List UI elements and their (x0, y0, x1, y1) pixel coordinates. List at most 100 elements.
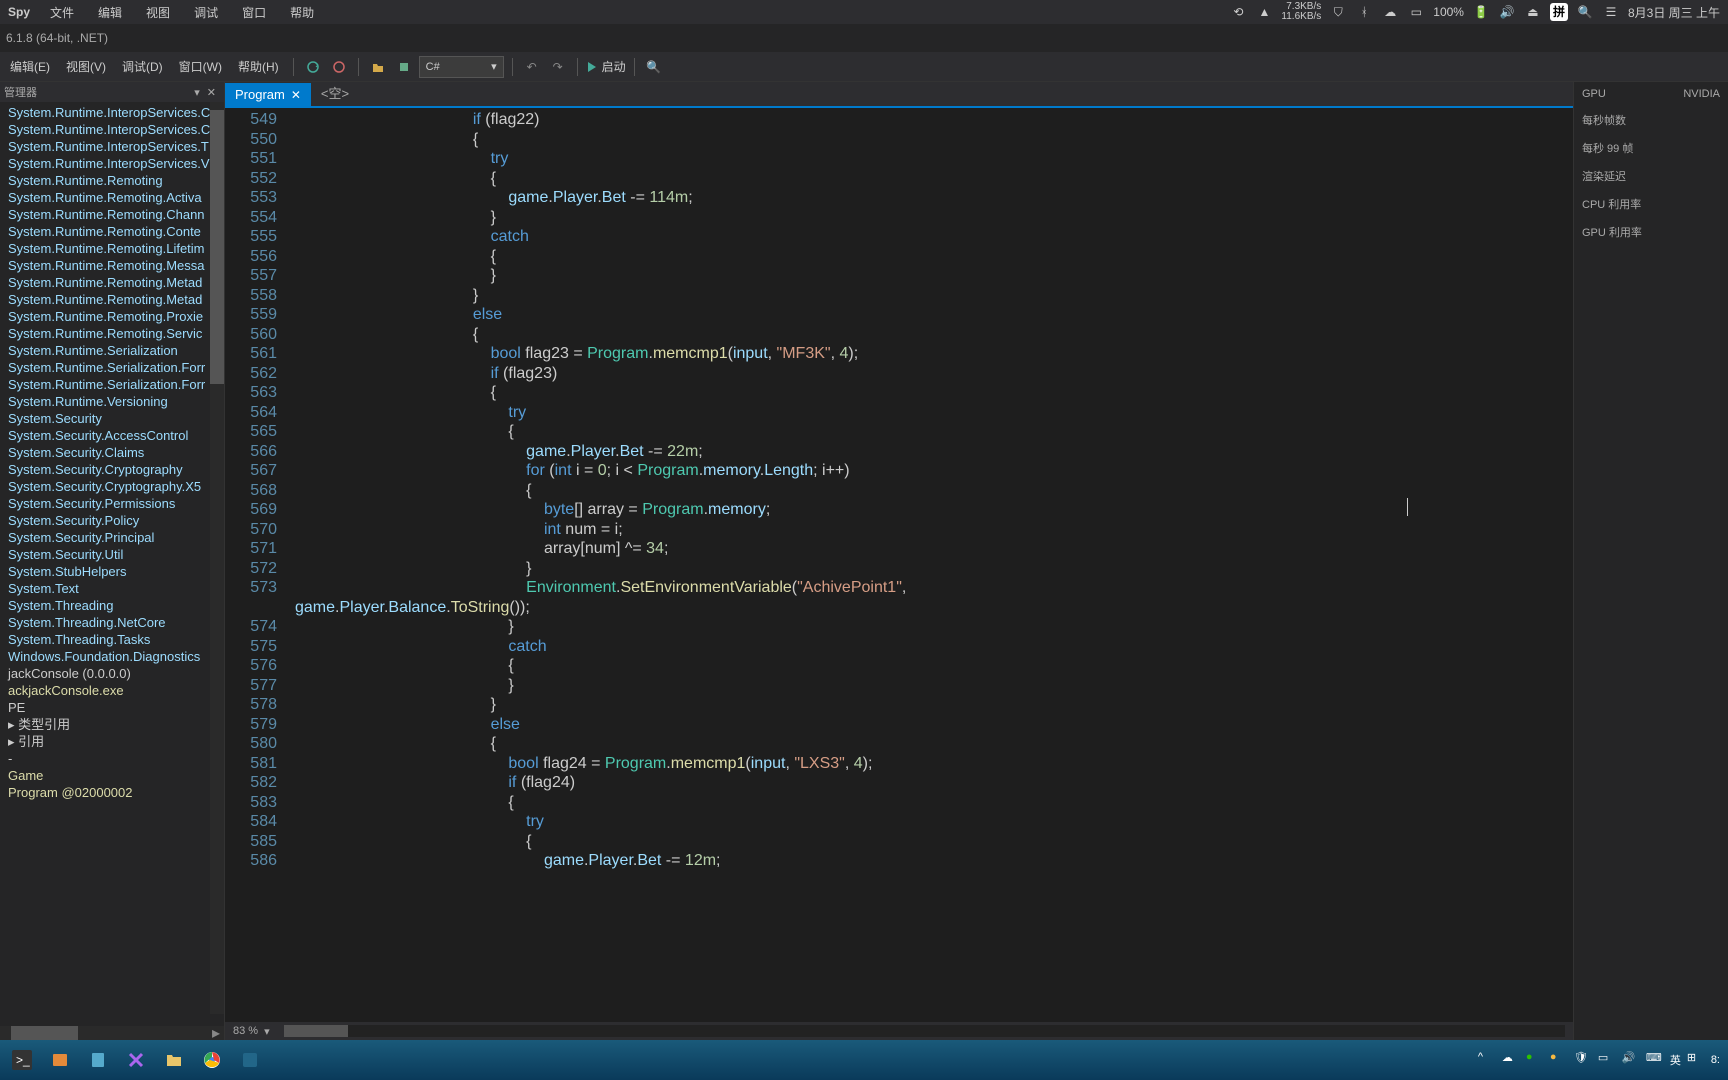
zoom-level[interactable]: 83 % (233, 1025, 258, 1037)
volume-icon[interactable]: 🔊 (1498, 3, 1516, 21)
tb-vs-icon[interactable] (118, 1044, 154, 1076)
tray-shield-icon[interactable]: 🛡 (1574, 1051, 1592, 1069)
tree-item[interactable]: System.Text (0, 580, 224, 597)
start-button[interactable]: 启动 (586, 58, 626, 75)
tree-item[interactable]: PE (0, 699, 224, 716)
ime-icon[interactable]: 拼 (1550, 3, 1568, 21)
tree-item[interactable]: System.Runtime.Remoting.Conte (0, 223, 224, 240)
tree-scroll-v[interactable] (210, 102, 224, 1014)
tree-item[interactable]: ▸ 类型引用 (0, 716, 224, 733)
tree-item[interactable]: System.Security (0, 410, 224, 427)
tab-close-icon[interactable]: ✕ (291, 88, 301, 102)
panel-close-icon[interactable]: ✕ (203, 87, 220, 99)
search-code-icon[interactable]: 🔍 (643, 56, 665, 78)
tree-item[interactable]: System.Runtime.InteropServices.C (0, 104, 224, 121)
tray-app-icon[interactable]: ● (1550, 1051, 1568, 1069)
tree-item[interactable]: System.Runtime.Remoting.Activa (0, 189, 224, 206)
tree-item[interactable]: System.Security.Claims (0, 444, 224, 461)
tree-item[interactable]: System.Runtime.Remoting.Metad (0, 291, 224, 308)
tree-item[interactable]: System.Runtime.Serialization.Forr (0, 359, 224, 376)
tree-item[interactable]: System.Runtime.InteropServices.V (0, 155, 224, 172)
tree-item[interactable]: System.Threading.Tasks (0, 631, 224, 648)
tb-chrome-icon[interactable] (194, 1044, 230, 1076)
tree-item[interactable]: System.Security.Cryptography (0, 461, 224, 478)
sync-icon[interactable]: ⟲ (1229, 3, 1247, 21)
tree-item[interactable]: System.Security.Util (0, 546, 224, 563)
tray-expand-icon[interactable]: ^ (1478, 1051, 1496, 1069)
tree-item[interactable]: System.Runtime.Versioning (0, 393, 224, 410)
menu-window[interactable]: 窗口 (230, 4, 278, 21)
tree-view[interactable]: System.Runtime.InteropServices.CSystem.R… (0, 102, 224, 1026)
tb-help[interactable]: 帮助(H) (232, 58, 285, 75)
save-icon[interactable] (393, 56, 415, 78)
tree-item[interactable]: System.Runtime.Remoting.Lifetim (0, 240, 224, 257)
date-display[interactable]: 8月3日 周三 上午 (1628, 4, 1720, 21)
eject-icon[interactable]: ⏏ (1524, 3, 1542, 21)
tree-item[interactable]: ▸ 引用 (0, 733, 224, 750)
tree-item[interactable]: System.Runtime.InteropServices.T (0, 138, 224, 155)
tree-item[interactable]: Game (0, 767, 224, 784)
tree-item[interactable]: System.Runtime.Remoting.Servic (0, 325, 224, 342)
battery-icon[interactable]: 🔋 (1472, 3, 1490, 21)
tray-display-icon[interactable]: ▭ (1598, 1051, 1616, 1069)
tree-item[interactable]: System.Runtime.Serialization (0, 342, 224, 359)
tb-window[interactable]: 窗口(W) (173, 58, 228, 75)
stop-icon[interactable] (328, 56, 350, 78)
tray-ime[interactable]: 英 (1670, 1052, 1681, 1068)
open-icon[interactable] (367, 56, 389, 78)
tb-view[interactable]: 视图(V) (60, 58, 112, 75)
tray-time[interactable]: 8: (1711, 1054, 1720, 1066)
tree-item[interactable]: System.Threading (0, 597, 224, 614)
tray-cloud-icon[interactable]: ☁ (1502, 1051, 1520, 1069)
tray-ime2-icon[interactable]: ⊞ (1687, 1051, 1705, 1069)
tb-files-icon[interactable] (42, 1044, 78, 1076)
tb-debug[interactable]: 调试(D) (116, 58, 169, 75)
tree-item[interactable]: System.Security.Policy (0, 512, 224, 529)
tree-item[interactable]: - (0, 750, 224, 767)
language-dropdown[interactable]: C#▾ (419, 56, 504, 78)
tree-item[interactable]: Windows.Foundation.Diagnostics (0, 648, 224, 665)
control-center-icon[interactable]: ☰ (1602, 3, 1620, 21)
refresh-icon[interactable] (302, 56, 324, 78)
app-name[interactable]: Spy (0, 5, 38, 19)
code-content[interactable]: if (flag22) { try { game.Pla (295, 108, 1573, 1022)
tab-empty[interactable]: <空> (311, 79, 359, 106)
search-icon[interactable]: 🔍 (1576, 3, 1594, 21)
tree-item[interactable]: System.Runtime.Remoting.Proxie (0, 308, 224, 325)
tray-keyboard-icon[interactable]: ⌨ (1646, 1051, 1664, 1069)
undo-icon[interactable]: ↶ (521, 56, 543, 78)
menu-file[interactable]: 文件 (38, 4, 86, 21)
tray-volume-icon[interactable]: 🔊 (1622, 1051, 1640, 1069)
bluetooth-icon[interactable]: ᚼ (1355, 3, 1373, 21)
tree-item[interactable]: Program @02000002 (0, 784, 224, 801)
tree-scroll-h[interactable]: ▸ (0, 1026, 224, 1040)
tree-item[interactable]: jackConsole (0.0.0.0) (0, 665, 224, 682)
shield-icon[interactable]: ⛉ (1329, 3, 1347, 21)
up-icon[interactable]: ▲ (1255, 3, 1273, 21)
panel-dropdown-icon[interactable]: ▾ (194, 87, 200, 99)
tb-app-icon[interactable] (232, 1044, 268, 1076)
tree-item[interactable]: System.Runtime.Serialization.Forr (0, 376, 224, 393)
menu-help[interactable]: 帮助 (278, 4, 326, 21)
menu-edit[interactable]: 编辑 (86, 4, 134, 21)
tree-item[interactable]: System.Runtime.Remoting.Metad (0, 274, 224, 291)
tree-item[interactable]: System.Threading.NetCore (0, 614, 224, 631)
tb-terminal-icon[interactable]: >_ (4, 1044, 40, 1076)
tb-explorer-icon[interactable] (80, 1044, 116, 1076)
tb-edit[interactable]: 编辑(E) (4, 58, 56, 75)
tree-item[interactable]: System.Runtime.Remoting (0, 172, 224, 189)
tree-item[interactable]: ackjackConsole.exe (0, 682, 224, 699)
tree-item[interactable]: System.Runtime.InteropServices.C (0, 121, 224, 138)
menu-debug[interactable]: 调试 (182, 4, 230, 21)
tree-item[interactable]: System.StubHelpers (0, 563, 224, 580)
code-editor[interactable]: 5495505515525535545555565575585595605615… (225, 108, 1573, 1022)
tab-program[interactable]: Program ✕ (225, 83, 311, 106)
tree-item[interactable]: System.Security.Permissions (0, 495, 224, 512)
cloud-icon[interactable]: ☁ (1381, 3, 1399, 21)
tree-item[interactable]: System.Runtime.Remoting.Chann (0, 206, 224, 223)
tree-item[interactable]: System.Security.Principal (0, 529, 224, 546)
menu-view[interactable]: 视图 (134, 4, 182, 21)
tb-folder-icon[interactable] (156, 1044, 192, 1076)
tree-item[interactable]: System.Security.AccessControl (0, 427, 224, 444)
tree-item[interactable]: System.Security.Cryptography.X5 (0, 478, 224, 495)
